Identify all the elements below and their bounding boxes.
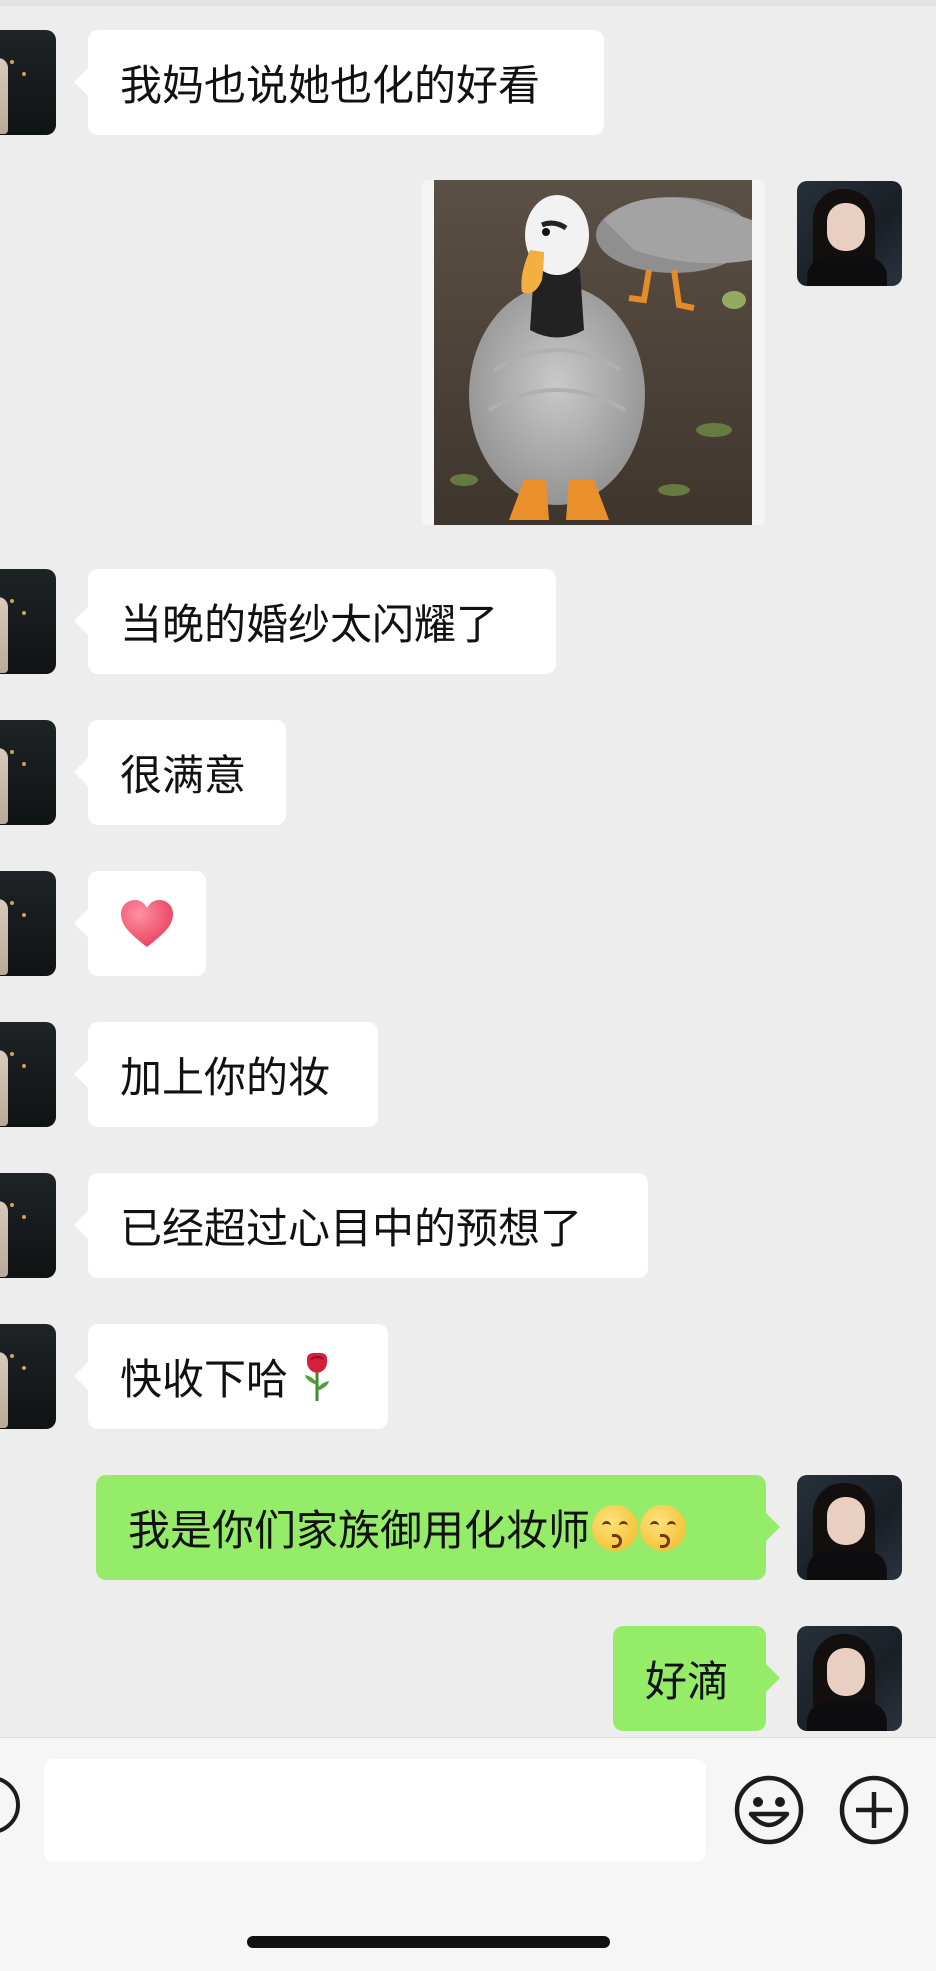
- message-input[interactable]: [44, 1759, 706, 1862]
- kissing-face-emoji: [640, 1504, 687, 1551]
- message-bubble-incoming[interactable]: 加上你的妆: [74, 1022, 378, 1127]
- message-text: 好滴: [645, 1657, 730, 1706]
- my-avatar[interactable]: [797, 1475, 902, 1580]
- contact-avatar[interactable]: [0, 30, 56, 135]
- message-bubble-incoming[interactable]: 当晚的婚纱太闪耀了: [74, 569, 556, 674]
- contact-avatar[interactable]: [0, 720, 56, 825]
- message-bubble-incoming[interactable]: 很满意: [74, 720, 286, 825]
- message-bubble-incoming[interactable]: [74, 871, 206, 976]
- chat-screen: 我妈也说她也化的好看 当晚的婚纱太闪耀了 很满意 加上你的妆 已经超过心目中的预…: [0, 0, 936, 1971]
- message-text: 快收下哈: [120, 1355, 289, 1404]
- message-bubble-outgoing[interactable]: 好滴: [613, 1626, 780, 1731]
- message-text: 加上你的妆: [120, 1053, 331, 1102]
- top-divider: [0, 0, 936, 6]
- my-avatar[interactable]: [797, 181, 902, 286]
- voice-icon[interactable]: [0, 1776, 20, 1834]
- message-bubble-incoming[interactable]: 已经超过心目中的预想了: [74, 1173, 648, 1278]
- my-avatar[interactable]: [797, 1626, 902, 1731]
- plus-icon[interactable]: [838, 1774, 910, 1846]
- message-bubble-incoming[interactable]: 我妈也说她也化的好看: [74, 30, 604, 135]
- input-bar: [0, 1737, 936, 1971]
- message-text: 当晚的婚纱太闪耀了: [120, 600, 499, 649]
- kissing-face-emoji: [592, 1504, 639, 1551]
- contact-avatar[interactable]: [0, 1324, 56, 1429]
- contact-avatar[interactable]: [0, 569, 56, 674]
- home-indicator: [247, 1936, 610, 1948]
- image-message[interactable]: [422, 180, 765, 525]
- message-text: 我妈也说她也化的好看: [120, 61, 541, 110]
- message-text: 很满意: [120, 751, 247, 800]
- emoji-icon[interactable]: [733, 1774, 805, 1846]
- message-text: 已经超过心目中的预想了: [120, 1204, 583, 1253]
- message-bubble-outgoing[interactable]: 我是你们家族御用化妆师: [96, 1475, 780, 1580]
- rose-emoji: [305, 1352, 330, 1401]
- contact-avatar[interactable]: [0, 1022, 56, 1127]
- message-bubble-incoming[interactable]: 快收下哈: [74, 1324, 388, 1429]
- contact-avatar[interactable]: [0, 1173, 56, 1278]
- red-heart-emoji: [121, 899, 173, 947]
- message-text: 我是你们家族御用化妆师: [128, 1506, 591, 1555]
- contact-avatar[interactable]: [0, 871, 56, 976]
- goose-photo: [434, 180, 752, 525]
